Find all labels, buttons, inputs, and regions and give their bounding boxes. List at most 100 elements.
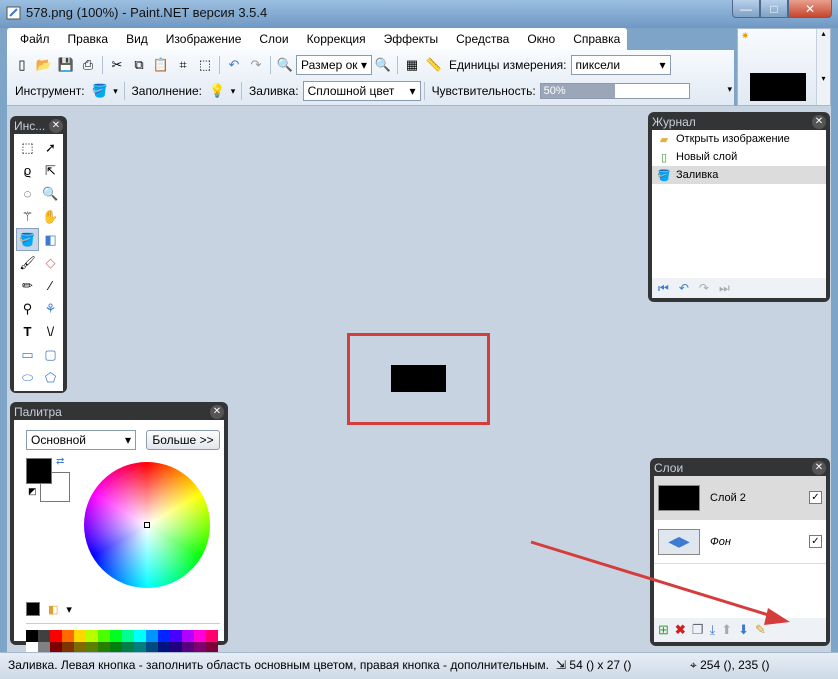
paint-bucket-tool-icon[interactable]: 🪣 [16,228,39,251]
move-selection-icon[interactable]: ➚ [39,136,62,159]
menu-adjustments[interactable]: Коррекция [298,32,375,46]
pan-icon[interactable]: ✋ [39,205,62,228]
menu-window[interactable]: Окно [518,32,564,46]
grid-icon[interactable]: ▦ [401,54,423,76]
color-swatch[interactable] [194,630,206,642]
tools-panel-close-icon[interactable]: ✕ [49,119,63,133]
chevron-down-icon[interactable]: ▾ [111,80,121,102]
paint-bucket-icon[interactable]: 🪣 [89,80,111,102]
layer-visibility-checkbox[interactable]: ✓ [809,491,822,504]
zoom-out-icon[interactable]: 🔍 [274,54,296,76]
freeform-shape-icon[interactable]: ⬠ [39,366,62,389]
color-swatch[interactable] [86,630,98,642]
undo-icon[interactable]: ↶ [223,54,245,76]
close-button[interactable]: ✕ [788,0,832,18]
redo-icon[interactable]: ↷ [699,281,709,295]
color-swatch[interactable] [134,630,146,642]
delete-layer-icon[interactable]: ✖ [675,622,686,638]
color-swatch[interactable] [50,630,62,642]
history-item[interactable]: ▰ Открыть изображение [652,130,826,148]
recolor-icon[interactable]: ⚘ [39,297,62,320]
palette-select[interactable]: Основной ▾ [26,430,136,450]
add-color-icon[interactable] [26,602,40,616]
primary-color[interactable] [26,458,52,484]
units-combo[interactable]: пиксели ▾ [570,55,671,75]
add-layer-icon[interactable]: ⊞ [658,622,669,638]
history-panel-close-icon[interactable]: ✕ [812,115,826,129]
image-thumbnail[interactable]: ✷ ▴ ▾ [737,28,831,106]
ellipse-shape-icon[interactable]: ⬭ [16,366,39,389]
menu-view[interactable]: Вид [117,32,157,46]
color-swatch[interactable] [170,630,182,642]
menu-utilities[interactable]: Средства [447,32,518,46]
menu-effects[interactable]: Эффекты [375,32,448,46]
chevron-down-icon[interactable]: ▾ [66,603,72,616]
swap-colors-icon[interactable]: ⇄ [56,456,64,467]
lasso-icon[interactable]: ϱ [16,159,39,182]
ruler-icon[interactable]: 📏 [423,54,445,76]
layer-properties-icon[interactable]: ✎ [755,622,766,638]
thumbnail-scrollbar[interactable]: ▴ ▾ [816,29,830,105]
color-swatch[interactable] [110,630,122,642]
zoom-in-icon[interactable]: 🔍 [372,54,394,76]
fast-forward-icon[interactable]: ⏭ [719,281,730,296]
color-wheel[interactable] [84,462,210,588]
menu-file[interactable]: Файл [11,32,59,46]
paste-icon[interactable]: 📋 [150,54,172,76]
color-swatch[interactable] [74,630,86,642]
move-layer-down-icon[interactable]: ⬇ [738,622,749,638]
palette-menu-icon[interactable]: ◧ [48,603,58,616]
move-layer-up-icon[interactable]: ⬆ [721,622,732,638]
print-icon[interactable]: ⎙ [77,54,99,76]
lightbulb-icon[interactable]: 💡 [206,80,228,102]
layers-panel-close-icon[interactable]: ✕ [812,461,826,475]
text-icon[interactable]: T [16,320,39,343]
new-file-icon[interactable]: ▯ [11,54,33,76]
magic-wand-icon[interactable]: ⚚ [16,205,39,228]
color-swatch[interactable] [38,630,50,642]
zoom-combo[interactable]: Размер ок ▾ [296,55,372,75]
gradient-icon[interactable]: ◧ [39,228,62,251]
duplicate-layer-icon[interactable]: ❐ [692,622,704,638]
line-curve-icon[interactable]: \/ [39,320,62,343]
history-item[interactable]: ▯ Новый слой [652,148,826,166]
color-swatch[interactable] [62,630,74,642]
undo-icon[interactable]: ↶ [679,281,689,295]
menu-help[interactable]: Справка [564,32,629,46]
open-file-icon[interactable]: 📂 [33,54,55,76]
move-selected-icon[interactable]: ⇱ [39,159,62,182]
menu-edit[interactable]: Правка [59,32,118,46]
layer-row[interactable]: Слой 2 ✓ [654,476,826,520]
toolbar-overflow-icon[interactable]: ▾ [727,84,732,95]
rounded-rectangle-icon[interactable]: ▢ [39,343,62,366]
eraser-icon[interactable]: ◇ [39,251,62,274]
chevron-down-icon[interactable]: ▾ [228,80,238,102]
tolerance-slider[interactable]: 50% [539,83,690,99]
color-swatch[interactable] [206,630,218,642]
history-item[interactable]: 🪣 Заливка [652,166,826,184]
rewind-icon[interactable]: ⏮ [658,281,669,296]
color-swatch[interactable] [158,630,170,642]
fill-mode-combo[interactable]: Сплошной цвет ▾ [302,81,421,101]
color-swatch[interactable] [26,630,38,642]
palette-panel-close-icon[interactable]: ✕ [210,405,224,419]
menu-layers[interactable]: Слои [250,32,297,46]
pencil-icon[interactable]: ✏ [16,274,39,297]
merge-layer-down-icon[interactable]: ⤓ [709,622,715,638]
rectangle-select-icon[interactable]: ⬚ [16,136,39,159]
save-icon[interactable]: 💾 [55,54,77,76]
ellipse-select-icon[interactable]: ◌ [16,182,39,205]
color-swatch[interactable] [98,630,110,642]
deselect-icon[interactable]: ⬚ [194,54,216,76]
rectangle-shape-icon[interactable]: ▭ [16,343,39,366]
clone-stamp-icon[interactable]: ⚲ [16,297,39,320]
redo-icon[interactable]: ↷ [245,54,267,76]
copy-icon[interactable]: ⧉ [128,54,150,76]
minimize-button[interactable]: — [732,0,760,18]
layer-visibility-checkbox[interactable]: ✓ [809,535,822,548]
crop-icon[interactable]: ⌗ [172,54,194,76]
color-swatch[interactable] [182,630,194,642]
zoom-tool-icon[interactable]: 🔍 [39,182,62,205]
color-swatch[interactable] [122,630,134,642]
cut-icon[interactable]: ✂ [106,54,128,76]
